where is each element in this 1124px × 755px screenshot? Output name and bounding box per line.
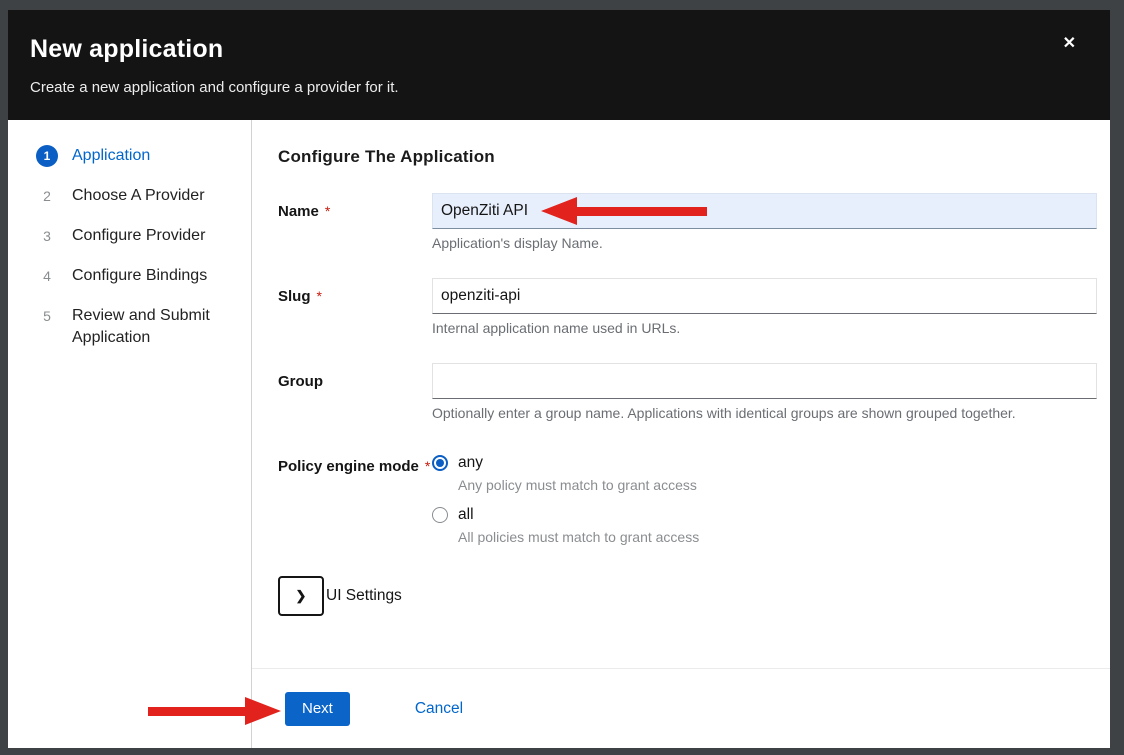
radio-any-label[interactable]: any xyxy=(458,454,483,472)
next-button[interactable]: Next xyxy=(285,692,350,726)
group-helper-text: Optionally enter a group name. Applicati… xyxy=(432,406,1097,421)
required-asterisk: * xyxy=(425,458,430,474)
step-number: 1 xyxy=(36,145,58,167)
group-input[interactable] xyxy=(432,363,1097,399)
new-application-modal: New application Create a new application… xyxy=(8,10,1110,748)
required-asterisk: * xyxy=(317,288,322,304)
modal-header: New application Create a new application… xyxy=(8,10,1110,120)
slug-form-row: Slug* Internal application name used in … xyxy=(278,278,1097,336)
step-label: Application xyxy=(72,145,150,167)
name-form-row: Name* Application's display Name. xyxy=(278,193,1097,251)
step-content: Configure The Application Name* Applicat… xyxy=(252,120,1110,668)
step-label: Choose A Provider xyxy=(72,185,205,207)
name-helper-text: Application's display Name. xyxy=(432,236,1097,251)
wizard-step-review-submit[interactable]: 5 Review and Submit Application xyxy=(36,305,241,349)
step-number: 5 xyxy=(36,305,58,327)
step-number: 3 xyxy=(36,225,58,247)
step-number: 4 xyxy=(36,265,58,287)
wizard-footer: Next Cancel xyxy=(252,668,1110,748)
modal-body: 1 Application 2 Choose A Provider 3 Conf… xyxy=(8,120,1110,748)
modal-title: New application xyxy=(30,35,1088,64)
slug-label: Slug* xyxy=(278,278,432,336)
modal-subtitle: Create a new application and configure a… xyxy=(30,79,1088,96)
wizard-step-configure-bindings[interactable]: 4 Configure Bindings xyxy=(36,265,241,287)
wizard-step-application[interactable]: 1 Application xyxy=(36,145,241,167)
step-label: Configure Provider xyxy=(72,225,205,247)
slug-helper-text: Internal application name used in URLs. xyxy=(432,321,1097,336)
page-title: Configure The Application xyxy=(278,147,1097,167)
radio-all-label[interactable]: all xyxy=(458,506,474,524)
radio-any-button[interactable] xyxy=(432,455,448,471)
radio-option-any[interactable]: any xyxy=(432,454,1097,472)
required-asterisk: * xyxy=(325,203,330,219)
close-icon[interactable]: ✕ xyxy=(1063,36,1076,52)
group-label: Group xyxy=(278,363,432,421)
chevron-right-icon[interactable]: ❯ xyxy=(278,576,324,616)
radio-all-button[interactable] xyxy=(432,507,448,523)
policy-engine-mode-label: Policy engine mode* xyxy=(278,448,432,546)
step-number: 2 xyxy=(36,185,58,207)
radio-any-helper-text: Any policy must match to grant access xyxy=(458,476,1097,494)
cancel-link[interactable]: Cancel xyxy=(415,700,463,718)
wizard-step-configure-provider[interactable]: 3 Configure Provider xyxy=(36,225,241,247)
policy-engine-mode-row: Policy engine mode* any Any policy must … xyxy=(278,448,1097,546)
ui-settings-section: ❯ UI Settings xyxy=(278,576,1097,616)
step-label: Review and Submit Application xyxy=(72,305,230,349)
ui-settings-label: UI Settings xyxy=(326,587,402,605)
group-form-row: Group Optionally enter a group name. App… xyxy=(278,363,1097,421)
wizard-nav: 1 Application 2 Choose A Provider 3 Conf… xyxy=(8,120,252,748)
step-label: Configure Bindings xyxy=(72,265,207,287)
slug-input[interactable] xyxy=(432,278,1097,314)
name-label: Name* xyxy=(278,193,432,251)
name-input[interactable] xyxy=(432,193,1097,229)
wizard-main-column: Configure The Application Name* Applicat… xyxy=(252,120,1110,748)
radio-option-all[interactable]: all xyxy=(432,506,1097,524)
radio-all-helper-text: All policies must match to grant access xyxy=(458,528,1097,546)
wizard-step-choose-provider[interactable]: 2 Choose A Provider xyxy=(36,185,241,207)
